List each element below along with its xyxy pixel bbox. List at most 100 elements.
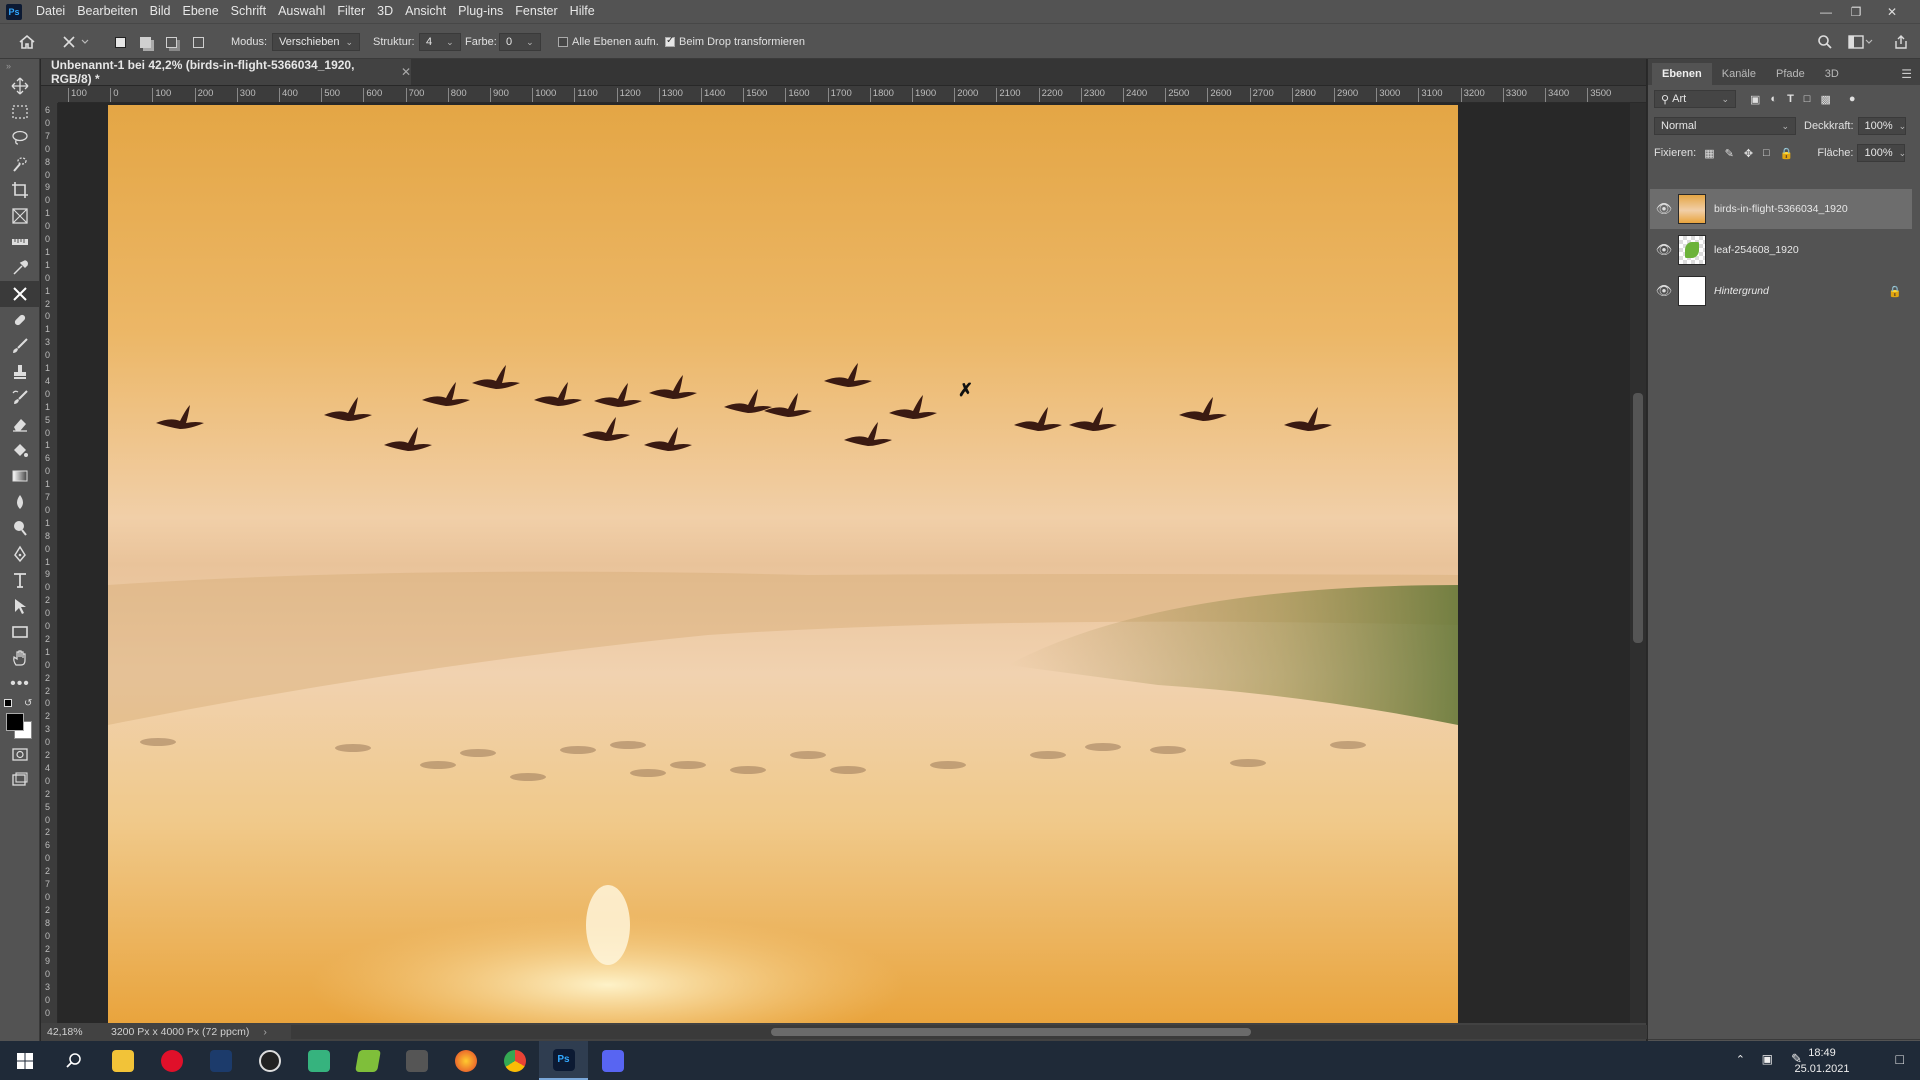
file-explorer-icon[interactable] <box>98 1041 147 1080</box>
layer-name[interactable]: birds-in-flight-5366034_1920 <box>1714 203 1848 215</box>
lock-image-icon[interactable]: ✎ <box>1725 147 1734 160</box>
menu-auswahl[interactable]: Auswahl <box>272 0 331 23</box>
photo-app-icon[interactable] <box>196 1041 245 1080</box>
menu-bild[interactable]: Bild <box>144 0 177 23</box>
close-icon[interactable]: ✕ <box>1878 0 1906 23</box>
ruler-tool-icon[interactable] <box>0 229 40 255</box>
chevron-up-icon[interactable]: ⌃ <box>1736 1053 1745 1066</box>
more-tools-icon[interactable]: ••• <box>0 671 40 697</box>
ruler-origin[interactable] <box>41 86 58 103</box>
lock-icon[interactable]: 🔒 <box>1888 285 1902 298</box>
vertical-scrollbar-thumb[interactable] <box>1633 393 1643 643</box>
filter-type-icon[interactable]: T <box>1787 93 1794 105</box>
layer-name[interactable]: leaf-254608_1920 <box>1714 244 1799 256</box>
eyedropper-tool-icon[interactable] <box>0 255 40 281</box>
horizontal-scrollbar-thumb[interactable] <box>771 1028 1251 1036</box>
selection-add-icon[interactable] <box>140 33 151 51</box>
mode-dropdown[interactable]: Verschieben ⌄ <box>272 33 361 51</box>
content-aware-move-tool-icon[interactable] <box>62 33 92 51</box>
tab-kanaele[interactable]: Kanäle <box>1712 63 1766 85</box>
menu-filter[interactable]: Filter <box>331 0 371 23</box>
brush-tool-icon[interactable] <box>0 333 40 359</box>
visibility-eye-icon[interactable]: 👁 <box>1650 201 1678 217</box>
rectangle-tool-icon[interactable] <box>0 619 40 645</box>
path-selection-tool-icon[interactable] <box>0 593 40 619</box>
share-icon[interactable] <box>1893 33 1909 51</box>
blend-mode-dropdown[interactable]: Normal ⌄ <box>1654 117 1796 135</box>
fill-field[interactable]: 100% ⌄ <box>1857 144 1906 162</box>
menu-bearbeiten[interactable]: Bearbeiten <box>71 0 143 23</box>
chrome-icon[interactable] <box>490 1041 539 1080</box>
selection-subtract-icon[interactable] <box>166 33 177 51</box>
chat-app-icon[interactable] <box>294 1041 343 1080</box>
structure-dropdown[interactable]: 4 ⌄ <box>419 33 461 51</box>
close-tab-icon[interactable]: ✕ <box>401 65 411 79</box>
clone-stamp-tool-icon[interactable] <box>0 359 40 385</box>
visibility-eye-icon[interactable]: 👁 <box>1650 283 1678 299</box>
menu-datei[interactable]: Datei <box>30 0 71 23</box>
photoshop-logo-icon[interactable]: Ps <box>6 3 22 20</box>
paint-bucket-tool-icon[interactable] <box>0 437 40 463</box>
history-brush-tool-icon[interactable] <box>0 385 40 411</box>
layers-app-icon[interactable] <box>343 1041 392 1080</box>
swap-colors-icon[interactable]: ↺ <box>24 698 32 709</box>
menu-schrift[interactable]: Schrift <box>225 0 272 23</box>
horizontal-scrollbar[interactable] <box>291 1025 1671 1039</box>
lock-all-icon[interactable]: 🔒 <box>1780 147 1794 160</box>
selection-intersect-icon[interactable] <box>193 33 204 51</box>
type-tool-icon[interactable] <box>0 567 40 593</box>
pasteboard[interactable]: ✗ <box>58 103 1630 1023</box>
zoom-level[interactable]: 42,18% <box>47 1026 107 1038</box>
tab-pfade[interactable]: Pfade <box>1766 63 1815 85</box>
status-menu-chevron-icon[interactable]: › <box>263 1026 267 1038</box>
vertical-scrollbar[interactable] <box>1630 103 1646 1023</box>
display-icon[interactable]: ▣ <box>1762 1052 1773 1066</box>
transform-on-drop-checkbox[interactable]: Beim Drop transformieren <box>665 33 805 51</box>
screen-mode-icon[interactable] <box>0 767 40 793</box>
filter-shape-icon[interactable]: □ <box>1804 93 1811 105</box>
layer-row-background[interactable]: 👁 Hintergrund 🔒 <box>1650 271 1912 311</box>
eraser-tool-icon[interactable] <box>0 411 40 437</box>
pen-tool-icon[interactable] <box>0 541 40 567</box>
tab-ebenen[interactable]: Ebenen <box>1652 63 1712 85</box>
lasso-tool-icon[interactable] <box>0 125 40 151</box>
color-dropdown[interactable]: 0 ⌄ <box>499 33 541 51</box>
lock-position-icon[interactable]: ✥ <box>1744 147 1753 160</box>
opacity-field[interactable]: 100% ⌄ <box>1857 117 1906 135</box>
frame-tool-icon[interactable] <box>0 203 40 229</box>
windows-start-icon[interactable] <box>0 1041 49 1080</box>
minimize-icon[interactable]: — <box>1812 0 1840 23</box>
panel-menu-icon[interactable]: ☰ <box>1901 63 1912 85</box>
lock-artboard-icon[interactable]: □ <box>1763 147 1770 159</box>
filter-toggle-icon[interactable]: ● <box>1849 93 1856 105</box>
clock[interactable]: 18:49 25.01.2021 <box>1782 1041 1862 1080</box>
filter-pixel-icon[interactable]: ▣ <box>1750 93 1760 106</box>
menu-ansicht[interactable]: Ansicht <box>399 0 452 23</box>
marquee-tool-icon[interactable] <box>0 99 40 125</box>
search-icon[interactable] <box>1817 33 1833 51</box>
dodge-tool-icon[interactable] <box>0 515 40 541</box>
obs-icon[interactable] <box>245 1041 294 1080</box>
content-aware-move-tool-icon[interactable] <box>0 281 40 307</box>
horizontal-ruler[interactable]: 100 0 100 200 300 400 500 600 700 800 900 1000 1100 1… <box>58 86 1646 103</box>
layer-row-leaf[interactable]: 👁 leaf-254608_1920 <box>1650 230 1912 270</box>
discord-icon[interactable] <box>588 1041 637 1080</box>
layer-name[interactable]: Hintergrund <box>1714 285 1769 297</box>
photoshop-taskbar-icon[interactable]: Ps <box>539 1041 588 1080</box>
crop-tool-icon[interactable] <box>0 177 40 203</box>
menu-plugins[interactable]: Plug-ins <box>452 0 509 23</box>
opera-icon[interactable] <box>147 1041 196 1080</box>
canvas-image-birds-in-flight[interactable] <box>108 105 1458 1023</box>
blur-tool-icon[interactable] <box>0 489 40 515</box>
firefox-icon[interactable] <box>441 1041 490 1080</box>
collapse-toolbox-icon[interactable]: » <box>0 59 40 73</box>
filter-smart-object-icon[interactable]: ▩ <box>1820 93 1830 106</box>
selection-new-icon[interactable] <box>115 33 126 51</box>
layer-row-birds[interactable]: 👁 birds-in-flight-5366034_1920 <box>1650 189 1912 229</box>
workspace-icon[interactable] <box>1848 33 1874 51</box>
document-tab[interactable]: Unbenannt-1 bei 42,2% (birds-in-flight-5… <box>41 58 411 86</box>
quick-selection-tool-icon[interactable] <box>0 151 40 177</box>
foreground-color-swatch[interactable] <box>6 713 24 731</box>
home-icon[interactable] <box>18 33 36 51</box>
menu-ebene[interactable]: Ebene <box>177 0 225 23</box>
